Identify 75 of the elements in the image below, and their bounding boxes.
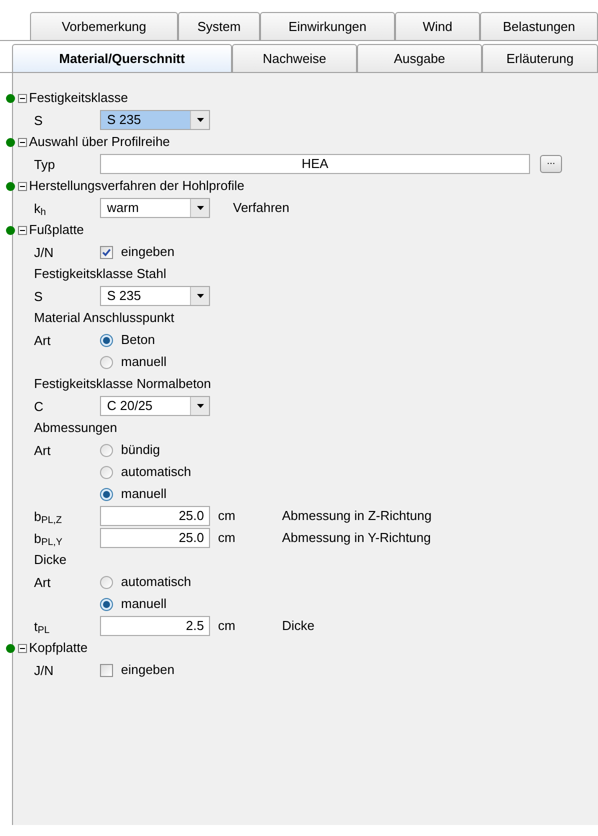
field-description: Abmessung in Y-Richtung [282,529,431,548]
input-field[interactable]: 25.0 [100,506,210,526]
radio-label: automatisch [121,463,192,482]
tab[interactable]: Nachweise [232,44,357,72]
field-label: S [34,290,44,302]
field-label: b$_{PL,Y}$ [34,532,64,544]
radio-label: manuell [121,595,167,614]
radio-button[interactable] [100,444,113,456]
collapse-icon[interactable] [18,94,27,102]
radio-label: bündig [121,441,160,460]
radio-label: manuell [121,353,167,372]
checkbox[interactable] [100,664,113,676]
field-label: b$_{PL,Z}$ [34,510,63,522]
field-label: J/N [34,664,54,676]
field-label: J/N [34,246,54,258]
collapse-icon[interactable] [18,226,27,234]
field-label: t$_{PL}$ [34,620,51,632]
checkbox[interactable] [100,246,113,258]
field-label: k$_{h}$ [34,202,47,214]
radio-button[interactable] [100,466,113,478]
tab[interactable]: Vorbemerkung [30,12,178,40]
group-label: Festigkeitsklasse Normalbeton [34,375,212,394]
tab[interactable]: Material/Querschnitt [12,44,232,72]
radio-button[interactable] [100,488,113,500]
dropdown[interactable]: S 235 [100,110,210,130]
field-label: Art [34,444,52,456]
radio-label: manuell [121,485,167,504]
tab[interactable]: System [178,12,260,40]
field-description: Dicke [282,617,315,636]
section-title: Kopfplatte [29,639,88,658]
caret-icon [190,111,209,129]
field-label: Art [34,576,52,588]
unit-label: cm [218,529,236,548]
radio-button[interactable] [100,356,113,368]
collapse-icon[interactable] [18,138,27,146]
field-label: S [34,114,44,126]
group-label: Dicke [34,551,67,570]
group-label: Abmessungen [34,419,118,438]
radio-button[interactable] [100,598,113,610]
radio-label: automatisch [121,573,192,592]
tab[interactable]: Einwirkungen [260,12,395,40]
field-description: Abmessung in Z-Richtung [282,507,432,526]
unit-label: cm [218,507,236,526]
section-title: Fußplatte [29,221,84,240]
tab[interactable]: Erläuterung [482,44,598,72]
dropdown[interactable]: C 20/25 [100,396,210,416]
tab[interactable]: Belastungen [480,12,598,40]
dropdown[interactable]: warm [100,198,210,218]
checkbox-label: eingeben [121,243,174,262]
input-field[interactable]: 25.0 [100,528,210,548]
group-label: Festigkeitsklasse Stahl [34,265,166,284]
radio-button[interactable] [100,576,113,588]
checkbox-label: eingeben [121,661,174,680]
dropdown[interactable]: S 235 [100,286,210,306]
section-title: Auswahl über Profilreihe [29,133,170,152]
field-description: Verfahren [233,199,290,218]
section-title: Festigkeitsklasse [29,89,128,108]
caret-icon [190,287,209,305]
collapse-icon[interactable] [18,182,27,190]
group-label: Material Anschlusspunkt [34,309,174,328]
field-label: C [34,400,44,412]
caret-icon [190,397,209,415]
collapse-icon[interactable] [18,644,27,652]
radio-label: Beton [121,331,155,350]
caret-icon [190,199,209,217]
field-label: Typ [34,158,56,170]
radio-button[interactable] [100,334,113,346]
tab[interactable]: Wind [395,12,480,40]
field-label: Art [34,334,52,346]
tab[interactable]: Ausgabe [357,44,482,72]
browse-button[interactable]: ... [540,155,562,173]
section-title: Herstellungsverfahren der Hohlprofile [29,177,244,196]
unit-label: cm [218,617,236,636]
input-field[interactable]: HEA [100,154,530,174]
input-field[interactable]: 2.5 [100,616,210,636]
